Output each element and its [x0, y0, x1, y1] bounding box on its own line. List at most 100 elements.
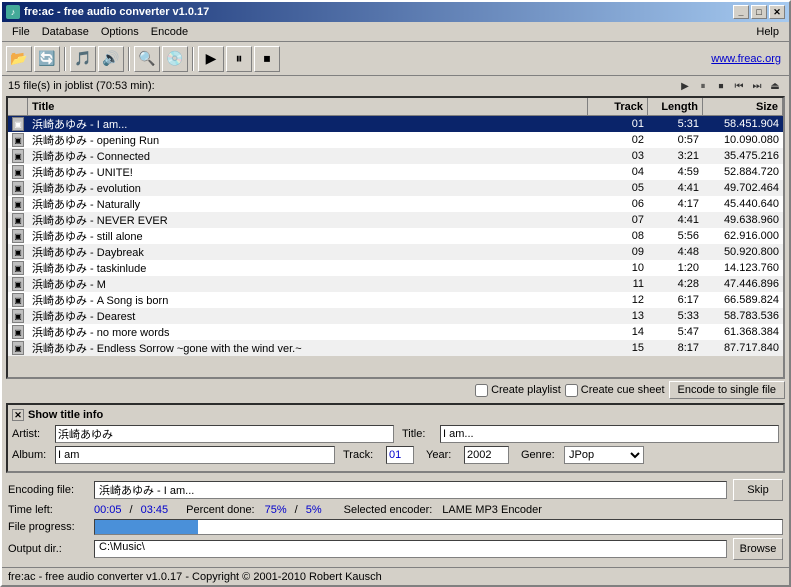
skip-button[interactable]: Skip — [733, 479, 783, 501]
track-checkbox-icon[interactable]: ▣ — [12, 325, 24, 339]
track-title: 浜崎あゆみ - UNITE! — [28, 164, 588, 180]
title-bar: ♪ fre:ac - free audio converter v1.0.17 … — [2, 2, 789, 22]
track-row[interactable]: ▣ 浜崎あゆみ - Dearest 13 5:33 58.783.536 — [8, 308, 783, 324]
track-title: 浜崎あゆみ - taskinlude — [28, 260, 588, 276]
time-left-value: 00:05 — [94, 504, 122, 516]
track-checkbox-icon[interactable]: ▣ — [12, 245, 24, 259]
track-row[interactable]: ▣ 浜崎あゆみ - taskinlude 10 1:20 14.123.760 — [8, 260, 783, 276]
track-input[interactable] — [386, 446, 414, 464]
track-checkbox-icon[interactable]: ▣ — [12, 117, 24, 131]
toolbar-btn3[interactable]: 🎵 — [70, 46, 96, 72]
toolbar-pause-button[interactable]: ⏸ — [226, 46, 252, 72]
track-checkbox-icon[interactable]: ▣ — [12, 277, 24, 291]
track-checkbox-icon[interactable]: ▣ — [12, 309, 24, 323]
track-length: 3:21 — [648, 148, 703, 164]
header-title[interactable]: Title — [28, 98, 588, 115]
track-checkbox-icon[interactable]: ▣ — [12, 293, 24, 307]
info-close-button[interactable]: ✕ — [12, 409, 24, 421]
track-length: 5:47 — [648, 324, 703, 340]
track-number: 11 — [588, 276, 648, 292]
year-label: Year: — [426, 449, 456, 461]
toolbar-btn2[interactable]: 🔄 — [34, 46, 60, 72]
toolbar-search-button[interactable]: 🔍 — [134, 46, 160, 72]
toolbar-sep3 — [192, 47, 194, 71]
track-size: 58.783.536 — [703, 308, 783, 324]
menu-database[interactable]: Database — [36, 24, 95, 40]
encode-single-button[interactable]: Encode to single file — [669, 381, 785, 399]
menu-help[interactable]: Help — [750, 24, 785, 40]
track-row[interactable]: ▣ 浜崎あゆみ - A Song is born 12 6:17 66.589.… — [8, 292, 783, 308]
track-checkbox-icon[interactable]: ▣ — [12, 261, 24, 275]
menu-encode[interactable]: Encode — [145, 24, 194, 40]
track-title: 浜崎あゆみ - I am... — [28, 116, 588, 132]
track-row[interactable]: ▣ 浜崎あゆみ - M 11 4:28 47.446.896 — [8, 276, 783, 292]
track-row[interactable]: ▣ 浜崎あゆみ - UNITE! 04 4:59 52.884.720 — [8, 164, 783, 180]
playlist-checkbox-input[interactable] — [475, 384, 488, 397]
title-input[interactable] — [440, 425, 779, 443]
track-number: 08 — [588, 228, 648, 244]
track-row[interactable]: ▣ 浜崎あゆみ - NEVER EVER 07 4:41 49.638.960 — [8, 212, 783, 228]
eject-icon[interactable]: ⏏ — [767, 78, 783, 94]
encoder-value: LAME MP3 Encoder — [442, 504, 542, 516]
year-input[interactable] — [464, 446, 509, 464]
artist-input[interactable] — [55, 425, 394, 443]
track-row[interactable]: ▣ 浜崎あゆみ - opening Run 02 0:57 10.090.080 — [8, 132, 783, 148]
track-row[interactable]: ▣ 浜崎あゆみ - evolution 05 4:41 49.702.464 — [8, 180, 783, 196]
track-row[interactable]: ▣ 浜崎あゆみ - Daybreak 09 4:48 50.920.800 — [8, 244, 783, 260]
create-cue-sheet-checkbox[interactable]: Create cue sheet — [565, 384, 665, 397]
track-row[interactable]: ▣ 浜崎あゆみ - no more words 14 5:47 61.368.3… — [8, 324, 783, 340]
toolbar: 📂 🔄 🎵 🔊 🔍 💿 ▶ ⏸ ⏹ www.freac.org — [2, 42, 789, 76]
percent2-value: 5% — [306, 504, 322, 516]
album-input[interactable] — [55, 446, 335, 464]
track-title: 浜崎あゆみ - Naturally — [28, 196, 588, 212]
header-track[interactable]: Track — [588, 98, 648, 115]
track-icon: ▣ — [8, 132, 28, 148]
menu-options[interactable]: Options — [95, 24, 145, 40]
track-checkbox-icon[interactable]: ▣ — [12, 165, 24, 179]
track-checkbox-icon[interactable]: ▣ — [12, 149, 24, 163]
track-size: 66.589.824 — [703, 292, 783, 308]
track-checkbox-icon[interactable]: ▣ — [12, 213, 24, 227]
browse-button[interactable]: Browse — [733, 538, 783, 560]
app-icon: ♪ — [6, 5, 20, 19]
cue-checkbox-input[interactable] — [565, 384, 578, 397]
create-playlist-checkbox[interactable]: Create playlist — [475, 384, 561, 397]
track-checkbox-icon[interactable]: ▣ — [12, 181, 24, 195]
close-button[interactable]: ✕ — [769, 5, 785, 19]
header-length[interactable]: Length — [648, 98, 703, 115]
joblist-status-bar: 15 file(s) in joblist (70:53 min): ▶ ⏸ ⏹… — [2, 76, 789, 96]
track-number: 12 — [588, 292, 648, 308]
toolbar-add-button[interactable]: 📂 — [6, 46, 32, 72]
toolbar-play-button[interactable]: ▶ — [198, 46, 224, 72]
toolbar-cddb-button[interactable]: 💿 — [162, 46, 188, 72]
status-text: fre:ac - free audio converter v1.0.17 - … — [8, 571, 382, 583]
next-icon[interactable]: ⏭ — [749, 78, 765, 94]
track-checkbox-icon[interactable]: ▣ — [12, 197, 24, 211]
track-checkbox-icon[interactable]: ▣ — [12, 133, 24, 147]
track-row[interactable]: ▣ 浜崎あゆみ - Endless Sorrow ~gone with the … — [8, 340, 783, 356]
track-row[interactable]: ▣ 浜崎あゆみ - Connected 03 3:21 35.475.216 — [8, 148, 783, 164]
website-link[interactable]: www.freac.org — [711, 53, 785, 65]
play-icon[interactable]: ▶ — [677, 78, 693, 94]
track-checkbox-icon[interactable]: ▣ — [12, 229, 24, 243]
encoding-file-row: Encoding file: 浜崎あゆみ - I am... Skip — [8, 479, 783, 501]
header-size[interactable]: Size — [703, 98, 783, 115]
track-row[interactable]: ▣ 浜崎あゆみ - Naturally 06 4:17 45.440.640 — [8, 196, 783, 212]
minimize-button[interactable]: _ — [733, 5, 749, 19]
output-label: Output dir.: — [8, 543, 88, 555]
toolbar-stop-button[interactable]: ⏹ — [254, 46, 280, 72]
maximize-button[interactable]: □ — [751, 5, 767, 19]
stop-icon[interactable]: ⏹ — [713, 78, 729, 94]
track-row[interactable]: ▣ 浜崎あゆみ - I am... 01 5:31 58.451.904 — [8, 116, 783, 132]
pause-icon[interactable]: ⏸ — [695, 78, 711, 94]
window-title: fre:ac - free audio converter v1.0.17 — [24, 6, 209, 18]
menu-file[interactable]: File — [6, 24, 36, 40]
genre-select[interactable]: JPop Pop Rock Jazz — [564, 446, 644, 464]
prev-icon[interactable]: ⏮ — [731, 78, 747, 94]
info-title: Show title info — [28, 409, 103, 421]
toolbar-btn4[interactable]: 🔊 — [98, 46, 124, 72]
track-title: 浜崎あゆみ - M — [28, 276, 588, 292]
header-check[interactable] — [8, 98, 28, 115]
track-row[interactable]: ▣ 浜崎あゆみ - still alone 08 5:56 62.916.000 — [8, 228, 783, 244]
track-checkbox-icon[interactable]: ▣ — [12, 341, 24, 355]
